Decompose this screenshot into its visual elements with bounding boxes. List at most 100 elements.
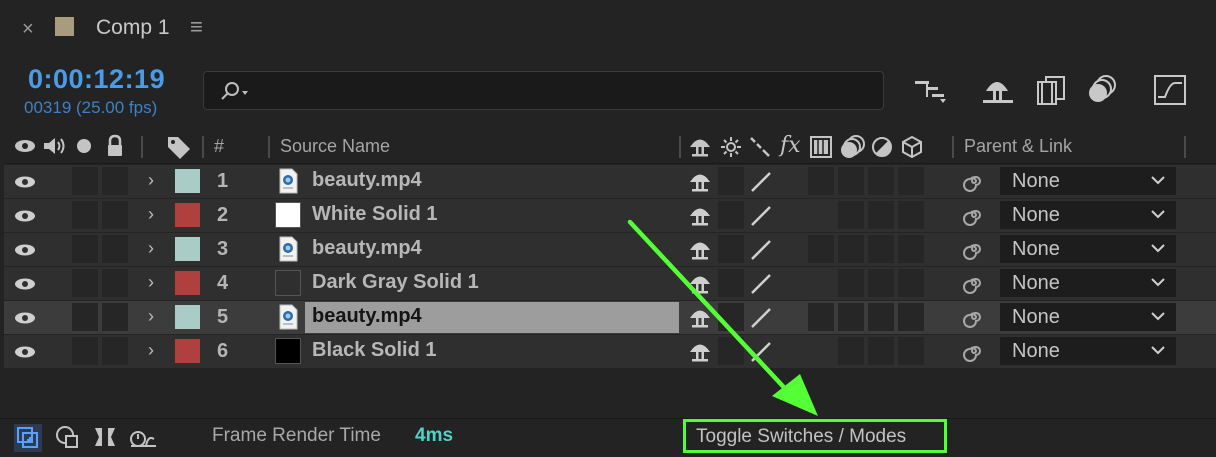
parent-dropdown[interactable]: None	[1000, 167, 1176, 195]
visibility-eye-icon[interactable]	[14, 208, 36, 224]
solo-toggle[interactable]	[72, 269, 98, 297]
frame-blend-switch[interactable]	[808, 303, 834, 331]
layer-label-color[interactable]	[175, 339, 200, 363]
panel-menu-icon[interactable]: ≡	[190, 14, 203, 40]
motion-blur-switch[interactable]	[838, 235, 864, 263]
layer-label-color[interactable]	[175, 271, 200, 295]
adjustment-switch[interactable]	[868, 269, 894, 297]
layer-row[interactable]: › 6 Black Solid 1 None	[4, 335, 1216, 369]
close-tab-button[interactable]: ×	[22, 18, 34, 41]
shy-switch-icon[interactable]	[688, 341, 712, 363]
3d-layer-switch[interactable]	[898, 235, 924, 263]
expand-chevron-icon[interactable]: ›	[148, 204, 154, 225]
layer-row[interactable]: › 4 Dark Gray Solid 1 None	[4, 267, 1216, 301]
fx-switch[interactable]	[780, 235, 806, 263]
motion-blur-switch[interactable]	[838, 269, 864, 297]
adjustment-switch[interactable]	[868, 337, 894, 365]
pick-whip-icon[interactable]	[962, 169, 986, 193]
comp-tab-title[interactable]: Comp 1	[96, 16, 170, 40]
frame-blend-switch[interactable]	[808, 269, 834, 297]
expand-chevron-icon[interactable]: ›	[148, 340, 154, 361]
expand-chevron-icon[interactable]: ›	[148, 238, 154, 259]
quality-switch-icon[interactable]	[748, 170, 774, 194]
layer-name[interactable]: beauty.mp4	[312, 169, 422, 192]
pick-whip-icon[interactable]	[962, 305, 986, 329]
video-visibility-icon[interactable]	[14, 137, 36, 155]
lock-toggle[interactable]	[102, 235, 128, 263]
audio-toggle[interactable]	[42, 303, 68, 331]
collapse-switch[interactable]	[718, 303, 744, 331]
shy-switch-icon[interactable]	[688, 307, 712, 329]
collapse-switch[interactable]	[718, 201, 744, 229]
adjustment-switch[interactable]	[868, 303, 894, 331]
shy-switch-icon[interactable]	[688, 171, 712, 193]
collapse-switch[interactable]	[718, 337, 744, 365]
audio-toggle[interactable]	[42, 269, 68, 297]
effects-fx-icon[interactable]: fx	[780, 133, 801, 158]
layer-name[interactable]: Dark Gray Solid 1	[312, 271, 479, 294]
quality-switch-icon[interactable]	[748, 272, 774, 296]
graph-editor-icon[interactable]	[1152, 73, 1188, 107]
layer-label-color[interactable]	[175, 169, 200, 193]
source-name-header[interactable]: Source Name	[280, 136, 390, 157]
fx-switch[interactable]	[780, 269, 806, 297]
visibility-eye-icon[interactable]	[14, 344, 36, 360]
motion-blur-icon[interactable]	[1084, 73, 1120, 107]
parent-dropdown[interactable]: None	[1000, 201, 1176, 229]
3d-layer-switch[interactable]	[898, 303, 924, 331]
toggle-switches-modes-button[interactable]: Toggle Switches / Modes	[683, 419, 947, 453]
visibility-eye-icon[interactable]	[14, 242, 36, 258]
frame-blending-icon[interactable]	[1034, 73, 1070, 107]
expand-chevron-icon[interactable]: ›	[148, 272, 154, 293]
3d-layer-switch[interactable]	[898, 201, 924, 229]
layer-name[interactable]: White Solid 1	[312, 203, 438, 226]
adjustment-switch[interactable]	[868, 235, 894, 263]
lock-icon[interactable]	[105, 134, 125, 158]
layer-label-color[interactable]	[175, 237, 200, 261]
layer-number-header[interactable]: #	[214, 136, 224, 157]
parent-link-header[interactable]: Parent & Link	[964, 136, 1072, 157]
pick-whip-icon[interactable]	[962, 271, 986, 295]
parent-dropdown[interactable]: None	[1000, 269, 1176, 297]
shy-switch-icon[interactable]	[688, 205, 712, 227]
layer-name[interactable]: Black Solid 1	[312, 339, 437, 362]
layer-row[interactable]: › 5 beauty.mp4 None	[4, 301, 1216, 335]
transfer-controls-pane-icon[interactable]	[54, 424, 80, 450]
label-tag-icon[interactable]	[166, 135, 192, 159]
collapse-transform-icon[interactable]	[720, 136, 742, 158]
frame-blend-switch[interactable]	[808, 337, 834, 365]
solo-toggle[interactable]	[72, 201, 98, 229]
lock-toggle[interactable]	[102, 167, 128, 195]
fx-switch[interactable]	[780, 303, 806, 331]
parent-dropdown[interactable]: None	[1000, 303, 1176, 331]
draft-3d-icon[interactable]	[980, 73, 1016, 107]
layer-row[interactable]: › 1 beauty.mp4 None	[4, 165, 1216, 199]
expand-chevron-icon[interactable]: ›	[148, 170, 154, 191]
3d-layer-icon[interactable]	[900, 135, 924, 159]
visibility-eye-icon[interactable]	[14, 174, 36, 190]
frame-blend-switch[interactable]	[808, 201, 834, 229]
audio-toggle[interactable]	[42, 167, 68, 195]
3d-layer-switch[interactable]	[898, 337, 924, 365]
audio-toggle[interactable]	[42, 337, 68, 365]
quality-switch-icon[interactable]	[748, 238, 774, 262]
collapse-switch[interactable]	[718, 235, 744, 263]
motion-blur-switch[interactable]	[838, 167, 864, 195]
expand-chevron-icon[interactable]: ›	[148, 306, 154, 327]
solo-toggle[interactable]	[72, 235, 98, 263]
flowchart-icon[interactable]	[912, 73, 948, 107]
lock-toggle[interactable]	[102, 303, 128, 331]
audio-toggle[interactable]	[42, 235, 68, 263]
search-input[interactable]	[203, 71, 884, 110]
visibility-eye-icon[interactable]	[14, 276, 36, 292]
layer-switches-pane-icon[interactable]	[14, 424, 42, 452]
adjustment-layer-icon[interactable]	[870, 135, 894, 159]
lock-toggle[interactable]	[102, 201, 128, 229]
3d-layer-switch[interactable]	[898, 269, 924, 297]
fx-switch[interactable]	[780, 337, 806, 365]
current-time-display[interactable]: 0:00:12:19	[28, 64, 165, 95]
layer-name[interactable]: beauty.mp4	[312, 237, 422, 260]
motion-blur-switch[interactable]	[838, 337, 864, 365]
visibility-eye-icon[interactable]	[14, 310, 36, 326]
collapse-switch[interactable]	[718, 269, 744, 297]
